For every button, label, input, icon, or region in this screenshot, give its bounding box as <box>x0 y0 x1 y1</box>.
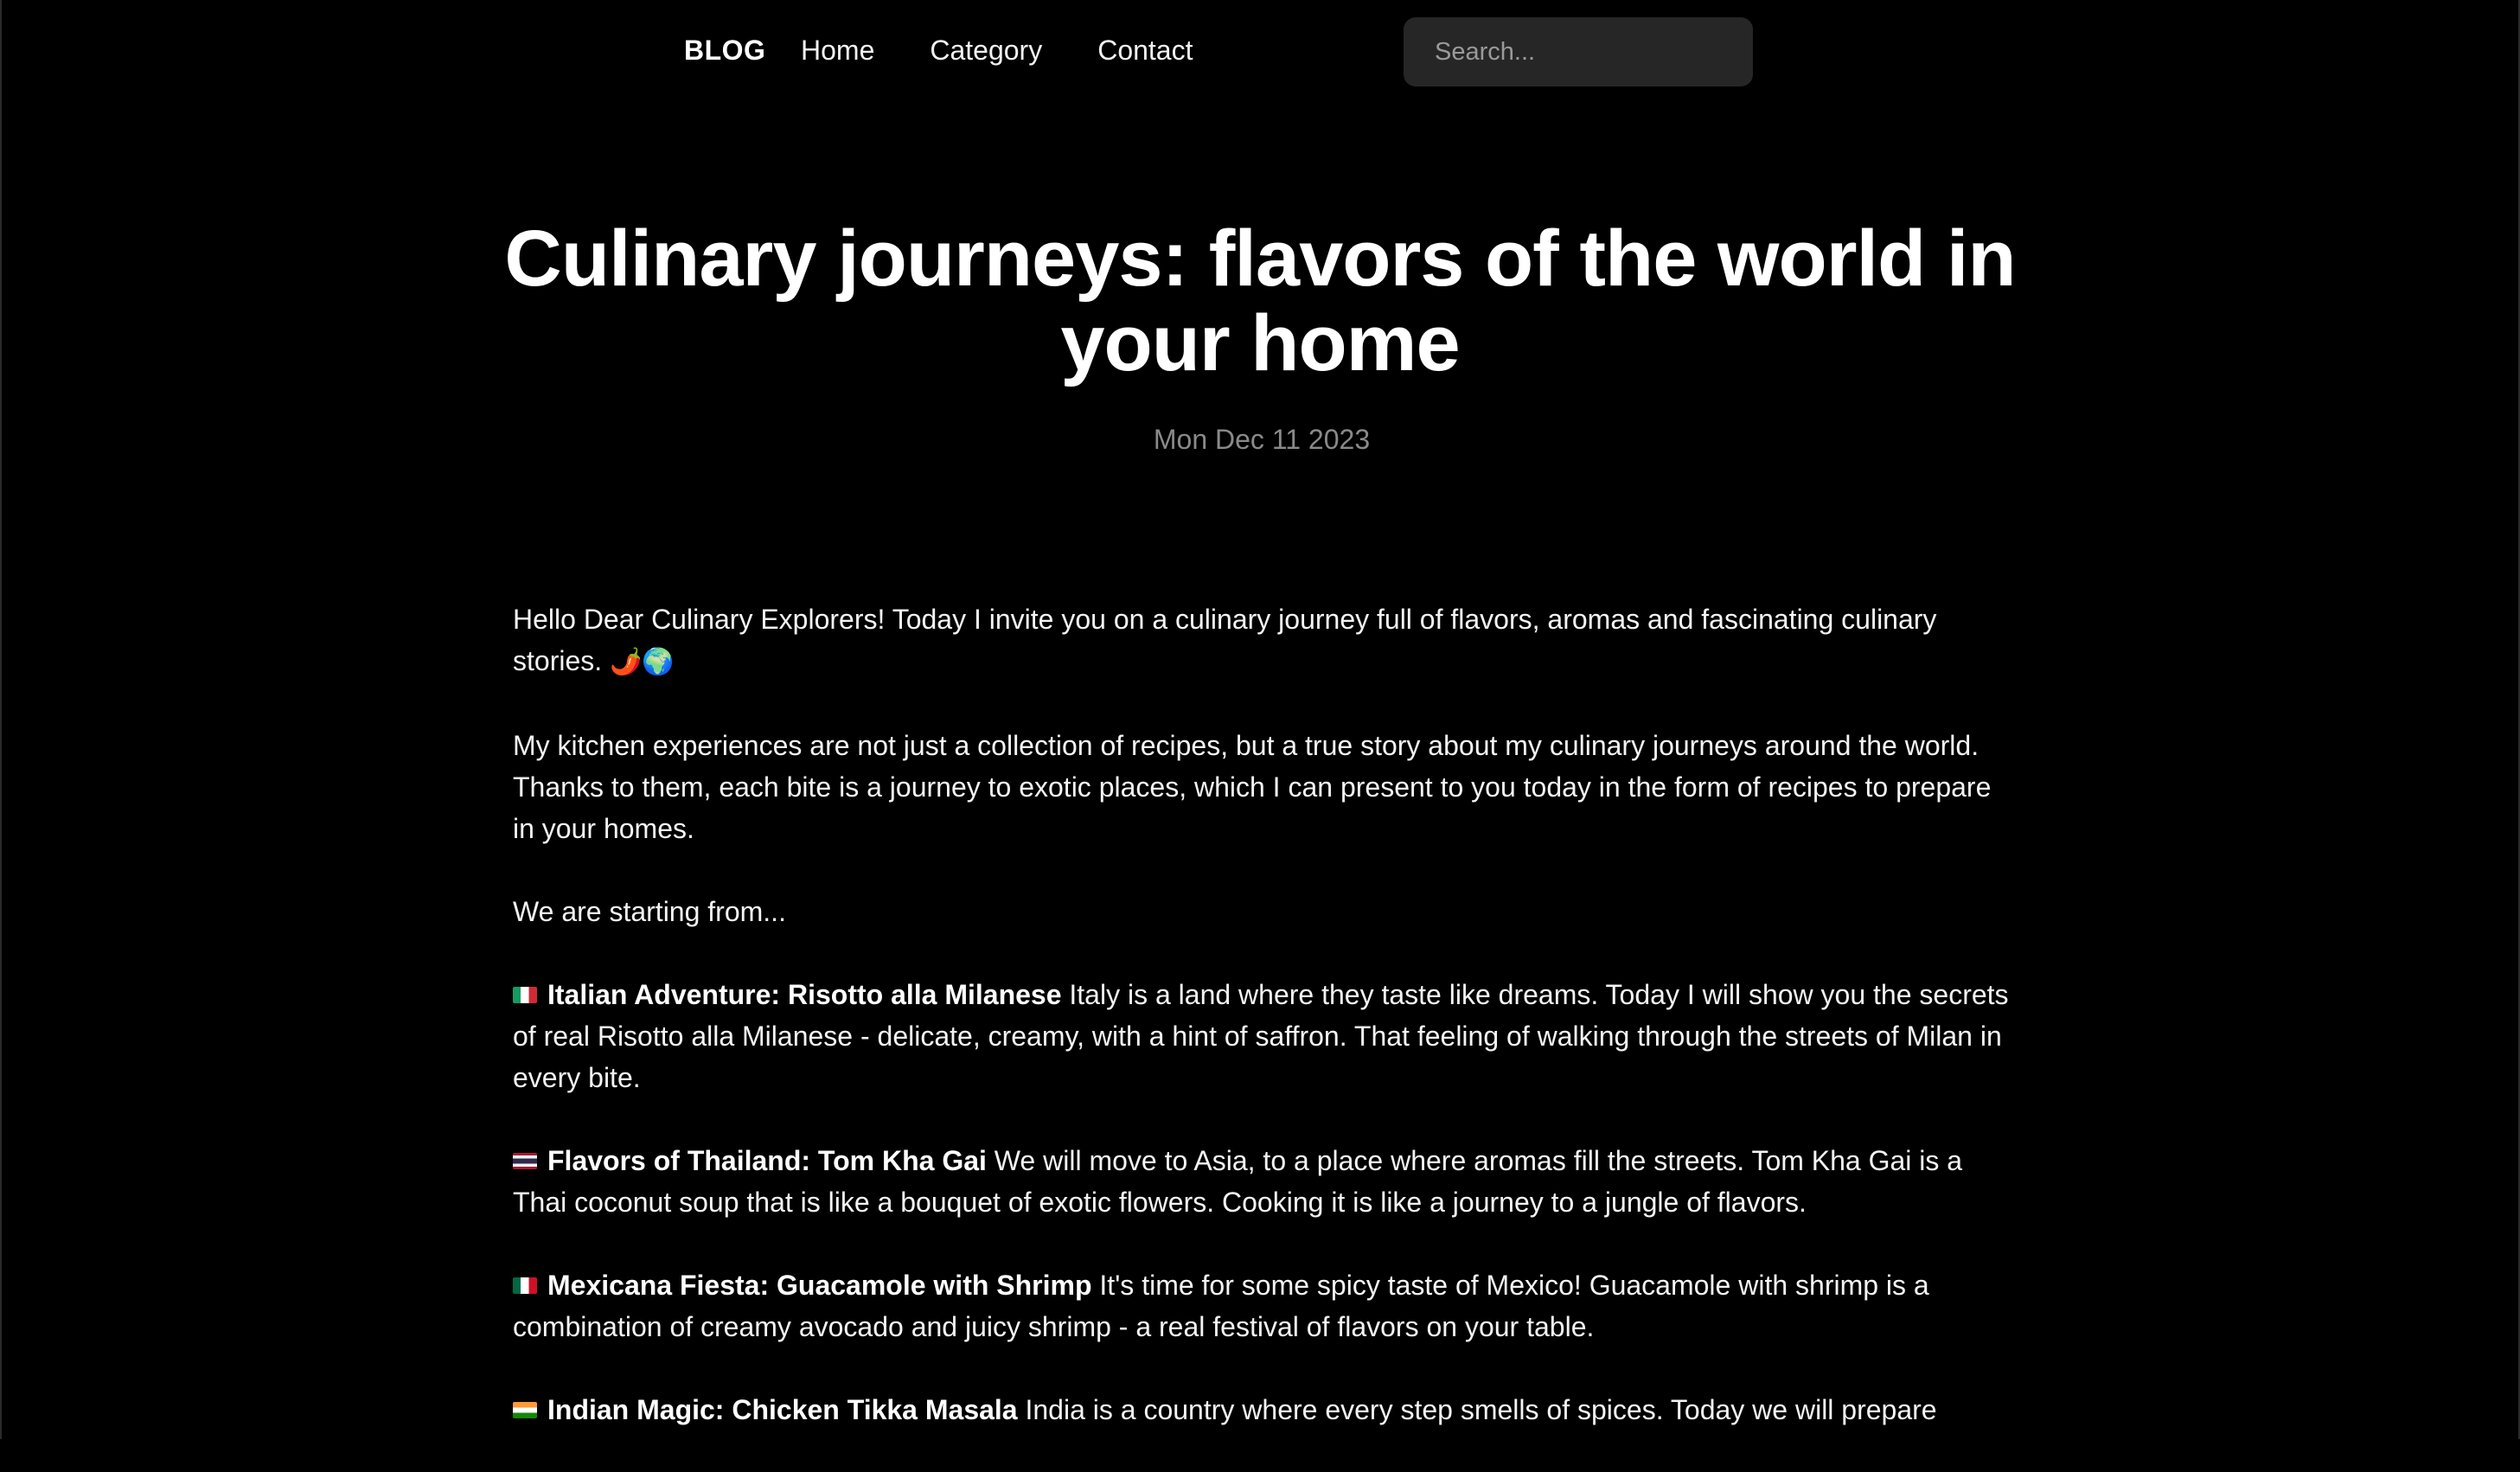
intro-text: Hello Dear Culinary Explorers! Today I i… <box>513 604 1937 676</box>
nav-link-category[interactable]: Category <box>930 35 1042 67</box>
paragraph: We are starting from... <box>513 896 786 927</box>
nav-links: Home Category Contact <box>801 35 1248 67</box>
brand-logo[interactable]: BLOG <box>684 35 765 67</box>
mexico-flag-icon <box>513 1277 537 1294</box>
search-box[interactable] <box>1404 17 1761 86</box>
recipe-text: India is a country where every step smel… <box>1025 1394 1937 1425</box>
recipe-heading: Indian Magic: Chicken Tikka Masala <box>547 1394 1018 1425</box>
recipe-heading: Flavors of Thailand: Tom Kha Gai <box>547 1145 987 1176</box>
post-date: Mon Dec 11 2023 <box>1153 424 1371 455</box>
recipe-heading: Mexicana Fiesta: Guacamole with Shrimp <box>547 1270 1092 1301</box>
italy-flag-icon <box>513 987 537 1003</box>
recipe-section-india: Indian Magic: Chicken Tikka Masala India… <box>513 1389 2018 1430</box>
nav-link-home[interactable]: Home <box>801 35 874 67</box>
chili-globe-emoji-icon: 🌶️🌍 <box>610 648 675 676</box>
intro-paragraph: Hello Dear Culinary Explorers! Today I i… <box>513 598 2018 683</box>
india-flag-icon <box>513 1402 537 1418</box>
browser-window: BLOG Home Category Contact Culinary jour… <box>0 0 2520 1439</box>
recipe-section-mexico: Mexicana Fiesta: Guacamole with Shrimp I… <box>513 1264 2018 1347</box>
recipe-heading: Italian Adventure: Risotto alla Milanese <box>547 979 1062 1010</box>
thailand-flag-icon <box>513 1153 537 1169</box>
nav-link-contact[interactable]: Contact <box>1097 35 1193 67</box>
top-navbar: BLOG Home Category Contact <box>2 0 2518 104</box>
paragraph: My kitchen experiences are not just a co… <box>513 730 1992 844</box>
post-body: Hello Dear Culinary Explorers! Today I i… <box>513 598 2018 1472</box>
post-title: Culinary journeys: flavors of the world … <box>504 214 2016 387</box>
recipe-section-italy: Italian Adventure: Risotto alla Milanese… <box>513 974 2018 1098</box>
search-input[interactable] <box>1435 26 1761 78</box>
recipe-section-thailand: Flavors of Thailand: Tom Kha Gai We will… <box>513 1140 2018 1223</box>
